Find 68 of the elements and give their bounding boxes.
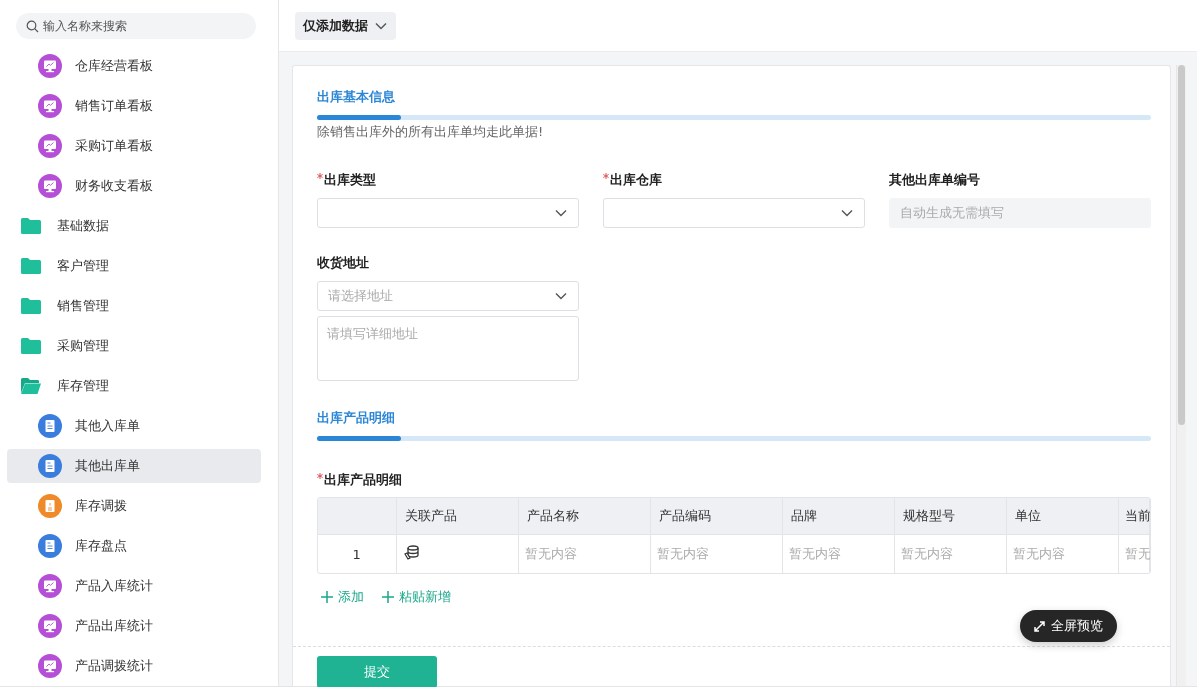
open-folder-icon (21, 378, 41, 394)
mode-dropdown[interactable]: 仅添加数据 (295, 11, 396, 40)
folder-icon (21, 218, 41, 234)
sidebar-item[interactable]: 库存盘点 (7, 529, 261, 563)
document-icon (38, 414, 62, 438)
table-cell: 暂无内容 (1006, 534, 1118, 573)
clipboard-icon (38, 494, 62, 518)
column-header: 产品编码 (650, 498, 782, 535)
sidebar-item[interactable]: 产品出库统计 (7, 609, 261, 643)
select-field[interactable] (317, 198, 579, 228)
section-title: 出库产品明细 (317, 409, 396, 427)
monitor-icon (38, 54, 62, 78)
column-header: 单位 (1006, 498, 1118, 535)
folder-item[interactable]: 库存管理 (7, 369, 261, 403)
column-header: 规格型号 (894, 498, 1006, 535)
document-icon (38, 534, 62, 558)
sidebar-item[interactable]: 销售订单看板 (7, 89, 261, 123)
field-label: 出库产品明细 (317, 471, 1151, 489)
sidebar-item[interactable]: 采购订单看板 (7, 129, 261, 163)
sidebar-item[interactable]: 其他出库单 (7, 449, 261, 483)
plus-icon (382, 591, 394, 603)
column-header: 关联产品 (396, 498, 518, 535)
plus-icon (321, 591, 333, 603)
search-field[interactable]: 输入名称来搜索 (16, 13, 256, 39)
sidebar-item[interactable]: 产品调拨统计 (7, 649, 261, 683)
field-label: 其他出库单编号 (889, 171, 981, 189)
folder-item[interactable]: 销售管理 (7, 289, 261, 323)
field-label: 出库仓库 (603, 171, 865, 189)
row-number: 1 (318, 534, 396, 573)
folder-item[interactable]: 采购管理 (7, 329, 261, 363)
folder-item[interactable]: 客户管理 (7, 249, 261, 283)
field-label: 收货地址 (317, 254, 370, 272)
expand-icon (1034, 620, 1045, 632)
monitor-icon (38, 574, 62, 598)
sidebar-item[interactable]: 财务收支看板 (7, 169, 261, 203)
folder-icon (21, 338, 41, 354)
link-product-icon[interactable] (402, 543, 421, 562)
column-header: 当前 (1118, 498, 1150, 535)
scrollbar-thumb[interactable] (1178, 65, 1185, 425)
readonly-field: 自动生成无需填写 (889, 198, 1151, 228)
sidebar-item[interactable]: 库存调拨 (7, 489, 261, 523)
document-icon (38, 454, 62, 478)
section-description: 除销售出库外的所有出库单均走此单据! (317, 123, 545, 141)
sidebar-item[interactable]: 产品入库统计 (7, 569, 261, 603)
field-label: 出库类型 (317, 171, 579, 189)
sidebar-item[interactable]: 仓库经营看板 (7, 49, 261, 83)
table-cell: 暂无内容 (518, 534, 650, 573)
monitor-icon (38, 654, 62, 678)
table-cell: 暂无 (1118, 534, 1150, 573)
select-field[interactable] (603, 198, 865, 228)
folder-icon (21, 258, 41, 274)
monitor-icon (38, 614, 62, 638)
table-cell: 暂无内容 (650, 534, 782, 573)
monitor-icon (38, 174, 62, 198)
table-cell: 暂无内容 (894, 534, 1006, 573)
column-header: 产品名称 (518, 498, 650, 535)
required-mark-icon (317, 173, 323, 179)
monitor-icon (38, 134, 62, 158)
folder-item[interactable]: 基础数据 (7, 209, 261, 243)
monitor-icon (38, 94, 62, 118)
required-mark-icon (603, 173, 609, 179)
fullscreen-preview-button[interactable]: 全屏预览 (1020, 610, 1117, 642)
column-header: 品牌 (782, 498, 894, 535)
folder-icon (21, 298, 41, 314)
table-cell: 暂无内容 (782, 534, 894, 573)
required-mark-icon (317, 473, 323, 479)
section-title: 出库基本信息 (317, 88, 396, 106)
sidebar-item[interactable]: 其他入库单 (7, 409, 261, 443)
